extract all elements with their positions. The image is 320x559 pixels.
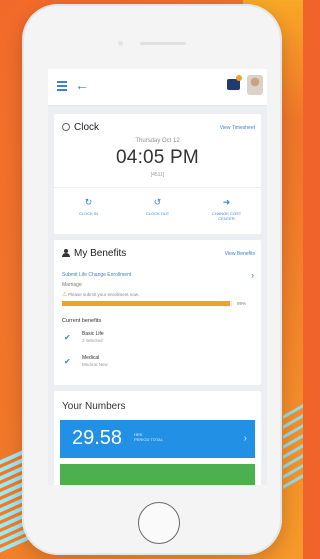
menu-icon[interactable] bbox=[57, 81, 67, 91]
hours-tile[interactable]: 29.58 HRS PERIOD TOTAL › bbox=[60, 420, 255, 458]
background-stripes-right bbox=[283, 380, 303, 559]
home-button[interactable] bbox=[138, 502, 180, 544]
back-arrow-icon[interactable]: ← bbox=[75, 77, 89, 93]
clock-id: [4511] bbox=[150, 172, 165, 178]
clock-out-label: CLOCK OUT bbox=[145, 211, 170, 216]
next-tile[interactable] bbox=[60, 464, 255, 485]
clock-in-label: CLOCK IN bbox=[79, 211, 98, 216]
top-bar: ← bbox=[48, 69, 267, 106]
earpiece-speaker bbox=[140, 42, 186, 45]
change-cost-center-label: CHANGE COST CENTER bbox=[211, 211, 242, 221]
view-timesheet-link[interactable]: View Timesheet bbox=[220, 125, 255, 131]
warning-icon: ⚠ bbox=[62, 292, 68, 298]
benefit-name: Medical bbox=[82, 355, 100, 361]
chevron-right-icon[interactable]: › bbox=[251, 270, 254, 280]
benefit-name: Basic Life bbox=[82, 331, 104, 337]
enrollment-type: Marriage bbox=[62, 282, 82, 288]
clock-actions: ↻ CLOCK IN ↺ CLOCK OUT ➜ CHANGE COST CEN… bbox=[54, 187, 261, 235]
life-change-enrollment-link[interactable]: Submit Life Change Enrollment bbox=[62, 272, 131, 278]
hours-unit: HRS PERIOD TOTAL bbox=[134, 432, 163, 442]
person-icon bbox=[62, 249, 70, 257]
hours-value: 29.58 bbox=[72, 427, 123, 449]
hours-unit-line2: PERIOD TOTAL bbox=[134, 437, 163, 442]
progress-percent: 99% bbox=[237, 301, 247, 306]
view-benefits-link[interactable]: View Benefits bbox=[225, 251, 255, 257]
arrow-right-icon: ➜ bbox=[222, 197, 231, 207]
check-icon: ✔ bbox=[64, 333, 71, 342]
benefit-detail: 2 selected bbox=[82, 338, 103, 343]
numbers-title: Your Numbers bbox=[62, 401, 126, 412]
benefit-item[interactable]: ✔ Basic Life 2 selected bbox=[62, 330, 252, 350]
benefit-item[interactable]: ✔ Medical Medical New bbox=[62, 354, 252, 374]
clock-card: Clock View Timesheet Thursday Oct 12 04:… bbox=[54, 114, 261, 234]
clock-in-icon: ↻ bbox=[84, 197, 93, 207]
chevron-right-icon: › bbox=[243, 433, 247, 444]
clock-out-button[interactable]: ↺ CLOCK OUT bbox=[123, 188, 192, 235]
numbers-card: Your Numbers 29.58 HRS PERIOD TOTAL › bbox=[54, 391, 261, 485]
avatar[interactable] bbox=[247, 75, 263, 95]
clock-date: Thursday Oct 12 bbox=[135, 138, 180, 144]
current-benefits-heading: Current benefits bbox=[62, 318, 102, 324]
benefits-card: My Benefits View Benefits Submit Life Ch… bbox=[54, 240, 261, 385]
change-cost-center-button[interactable]: ➜ CHANGE COST CENTER bbox=[192, 188, 261, 235]
progress-fill bbox=[62, 301, 231, 306]
enrollment-progress-bar bbox=[62, 301, 232, 306]
clock-out-icon: ↺ bbox=[153, 197, 162, 207]
clock-time: 04:05 PM bbox=[116, 147, 199, 168]
benefits-title: My Benefits bbox=[74, 248, 127, 259]
clock-title: Clock bbox=[74, 122, 100, 133]
enrollment-notice: Please submit your enrollment now. bbox=[68, 292, 140, 297]
clock-in-button[interactable]: ↻ CLOCK IN bbox=[54, 188, 123, 235]
front-camera bbox=[118, 41, 123, 46]
clock-icon bbox=[62, 123, 70, 131]
notification-badge bbox=[236, 75, 242, 81]
check-icon: ✔ bbox=[64, 357, 71, 366]
benefit-detail: Medical New bbox=[82, 362, 108, 367]
app-screen: ← Clock View Timesheet Thursday Oct 12 0… bbox=[48, 69, 267, 485]
